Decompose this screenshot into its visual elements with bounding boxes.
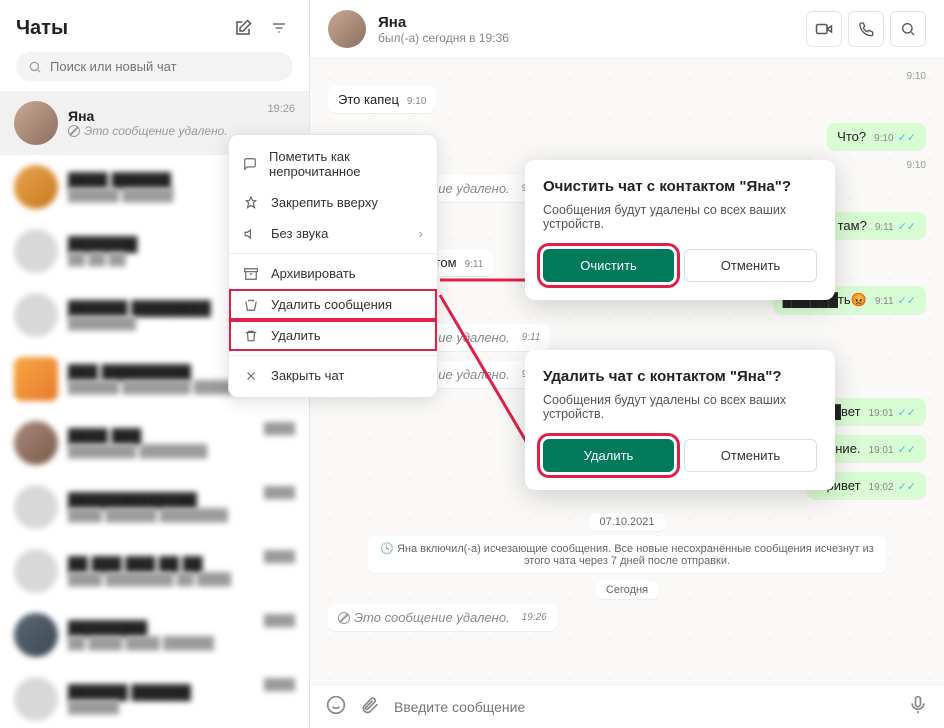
search-box[interactable] [16, 52, 293, 81]
avatar [14, 485, 58, 529]
search-in-chat-icon[interactable] [890, 11, 926, 47]
system-message: 🕓 Яна включил(-а) исчезающие сообщения. … [368, 536, 886, 573]
new-chat-icon[interactable] [229, 14, 257, 42]
chat-name: ███ █████████ [68, 364, 254, 380]
chat-time: ████ [264, 615, 295, 627]
chat-preview: ██ ████ ████ ██████ [68, 636, 254, 650]
chat-name: ████████ [68, 620, 254, 636]
dialog-body: Сообщения будут удалены со всех ваших ус… [543, 203, 817, 231]
chat-preview: ██████ [68, 700, 254, 714]
chat-time: ████ [264, 551, 295, 563]
chat-time: ████ [264, 679, 295, 691]
message-input[interactable] [394, 699, 894, 715]
chat-header: Яна был(-а) сегодня в 19:36 [310, 0, 944, 59]
chat-time: ████ [264, 487, 295, 499]
delete-cancel-button[interactable]: Отменить [684, 439, 817, 472]
ctx-mark-unread[interactable]: Пометить как непрочитанное [229, 141, 437, 187]
ctx-archive[interactable]: Архивировать [229, 258, 437, 289]
dialog-body: Сообщения будут удалены со всех ваших ус… [543, 393, 817, 421]
chat-item[interactable]: █████████████ ████ ██████ ████████ ████ [0, 475, 309, 539]
attach-icon[interactable] [360, 695, 380, 718]
avatar [14, 549, 58, 593]
chat-preview: ████ ████████ ██ ████ [68, 572, 254, 586]
avatar [14, 677, 58, 721]
delete-confirm-button[interactable]: Удалить [543, 439, 674, 472]
chat-item[interactable]: ████ ███ ████████ ████████ ████ [0, 411, 309, 475]
ctx-pin[interactable]: Закрепить вверху [229, 187, 437, 218]
chat-name: ██ ███ ███ ██ ██ [68, 556, 254, 572]
read-check-icon: ✓✓ [898, 132, 916, 144]
chat-preview: ████████ ████████ [68, 444, 254, 458]
read-check-icon: ✓✓ [898, 295, 916, 307]
chat-time: 19:26 [267, 103, 295, 115]
sidebar-title: Чаты [16, 17, 221, 40]
read-check-icon: ✓✓ [898, 481, 916, 493]
voice-call-icon[interactable] [848, 11, 884, 47]
chat-item[interactable]: ████████ ██ ████ ████ ██████ ████ [0, 603, 309, 667]
time-label: 9:10 [907, 71, 926, 82]
ctx-mute[interactable]: Без звука› [229, 218, 437, 249]
date-separator: 07.10.2021 [328, 513, 926, 528]
msg-in[interactable]: Это капец9:10 [328, 86, 436, 113]
chat-name: ██████ ██████ [68, 684, 254, 700]
chat-header-avatar[interactable] [328, 10, 366, 48]
msg-out[interactable]: Что?9:10✓✓ [827, 123, 926, 150]
ctx-delete-messages[interactable]: Удалить сообщения [229, 289, 437, 320]
ctx-close-chat[interactable]: Закрыть чат [229, 360, 437, 391]
chat-name: Яна [68, 108, 257, 124]
mic-icon[interactable] [908, 695, 928, 718]
emoji-icon[interactable] [326, 695, 346, 718]
chat-time: ████ [264, 423, 295, 435]
chat-header-status: был(-а) сегодня в 19:36 [378, 31, 794, 45]
chat-preview: ████████ [68, 316, 254, 330]
chat-item[interactable]: ██ ███ ███ ██ ██ ████ ████████ ██ ████ █… [0, 539, 309, 603]
ctx-delete[interactable]: Удалить [229, 320, 437, 351]
chat-preview: Это сообщение удалено. [68, 124, 257, 138]
avatar [14, 613, 58, 657]
read-check-icon: ✓✓ [898, 444, 916, 456]
chat-preview: ████ ██████ ████████ [68, 508, 254, 522]
prohibit-icon [338, 612, 350, 624]
read-check-icon: ✓✓ [898, 221, 916, 233]
delete-chat-dialog: Удалить чат с контактом "Яна"? Сообщения… [525, 350, 835, 490]
date-separator: Сегодня [328, 581, 926, 596]
chat-item[interactable]: ██████ ██████ ██████ ████ [0, 667, 309, 728]
clear-confirm-button[interactable]: Очистить [543, 249, 674, 282]
search-input[interactable] [50, 59, 281, 74]
context-menu: Пометить как непрочитанное Закрепить вве… [228, 134, 438, 398]
chat-preview: ██ ██ ██ [68, 252, 254, 266]
avatar [14, 165, 58, 209]
chat-name: ████ ███ [68, 428, 254, 444]
input-bar [310, 684, 944, 728]
chat-name: █████████████ [68, 492, 254, 508]
dialog-title: Очистить чат с контактом "Яна"? [543, 178, 817, 195]
read-check-icon: ✓✓ [898, 407, 916, 419]
chat-preview: ██████ ████████ ██████ [68, 380, 254, 394]
search-icon [28, 60, 42, 74]
chat-header-name: Яна [378, 14, 794, 31]
chat-preview: ██████ ██████ [68, 188, 254, 202]
clear-cancel-button[interactable]: Отменить [684, 249, 817, 282]
avatar [14, 293, 58, 337]
clear-chat-dialog: Очистить чат с контактом "Яна"? Сообщени… [525, 160, 835, 300]
chat-name: ████ ██████ [68, 172, 254, 188]
avatar [14, 229, 58, 273]
msg-deleted[interactable]: Это сообщение удалено.19:26 [328, 604, 557, 631]
chat-name: ██████ ████████ [68, 300, 254, 316]
avatar [14, 357, 58, 401]
prohibit-icon [68, 125, 80, 137]
avatar [14, 101, 58, 145]
filter-icon[interactable] [265, 14, 293, 42]
time-label: 9:10 [907, 160, 926, 171]
chat-name: ███████ [68, 236, 254, 252]
dialog-title: Удалить чат с контактом "Яна"? [543, 368, 817, 385]
video-call-icon[interactable] [806, 11, 842, 47]
avatar [14, 421, 58, 465]
